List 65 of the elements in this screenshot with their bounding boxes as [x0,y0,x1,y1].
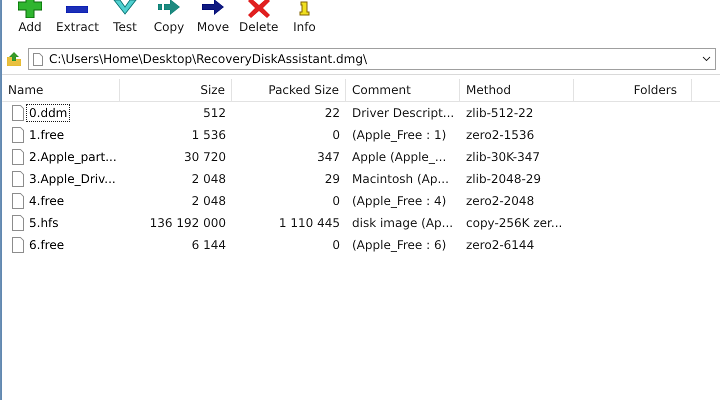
close-icon [246,0,271,18]
file-icon [12,105,24,121]
column-header[interactable]: Folders [574,79,692,101]
method-cell-text: zlib-30K-347 [465,149,542,166]
file-icon [12,215,24,231]
file-icon [12,127,24,143]
plus-icon [18,0,42,18]
method-cell-text: zero2-2048 [465,193,536,210]
size-cell-text: 136 192 000 [148,215,227,232]
size-cell-text: 1 536 [190,127,227,144]
toolbar-button[interactable]: Info [282,0,326,44]
comment-cell-text: (Apple_Free : 6) [351,237,448,254]
size-cell-text: 30 720 [183,149,227,166]
file-icon [12,237,24,253]
minus-icon [66,6,88,13]
method-cell-text: zlib-2048-29 [465,171,542,188]
size-cell-text: 6 144 [190,237,227,254]
address-field[interactable]: C:\Users\Home\Desktop\RecoveryDiskAssistant.dmg\ [28,48,716,70]
size-cell-text: 512 [202,105,227,122]
up-folder-icon[interactable] [6,51,22,67]
comment-cell-text: (Apple_Free : 4) [351,193,448,210]
method-cell-text: zlib-512-22 [465,105,534,122]
method-cell-text: zero2-1536 [465,127,536,144]
dropdown-icon[interactable] [702,56,711,62]
comment-cell-text: Driver Descript... [351,105,456,122]
method-cell-text: zero2-6144 [465,237,536,254]
file-icon [12,149,24,165]
comment-cell-text: Apple (Apple_... [351,149,448,166]
comment-cell-text: Macintosh (Ap... [351,171,450,188]
comment-cell-text: disk image (Ap... [351,215,454,232]
packed-size-cell-text: 1 110 445 [278,215,341,232]
arrow-icon [156,0,181,18]
size-cell-text: 2 048 [190,171,227,188]
toolbar-button[interactable]: Copy [146,0,191,44]
column-header[interactable]: Packed Size [232,79,346,101]
file-icon [12,171,24,187]
packed-size-cell-text: 0 [331,127,341,144]
path-text: C:\Users\Home\Desktop\RecoveryDiskAssistant.dmg\ [49,52,367,66]
packed-size-cell-text: 0 [331,193,341,210]
size-cell-text: 2 048 [190,193,227,210]
packed-size-cell-text: 22 [324,105,341,122]
packed-size-cell-text: 29 [324,171,341,188]
file-name[interactable]: 0.ddm [27,105,70,121]
column-header[interactable]: Comment [346,79,460,101]
toolbar-button[interactable]: Add [8,0,52,44]
toolbar-button[interactable]: Delete [234,0,282,44]
arrow-icon [200,0,225,18]
file-name[interactable]: 5.hfs [27,215,61,231]
file-name[interactable]: 1.free [27,127,66,143]
toolbar-button[interactable]: Move [190,0,235,44]
packed-size-cell-text: 347 [316,149,341,166]
packed-size-cell-text: 0 [331,237,341,254]
file-name[interactable]: 4.free [27,193,66,209]
toolbar-button[interactable]: Test [102,0,147,44]
method-cell-text: copy-256K zer... [465,215,564,232]
file-name[interactable]: 2.Apple_part... [27,149,119,165]
column-header[interactable]: Method [460,79,574,101]
file-name[interactable]: 6.free [27,237,66,253]
file-name[interactable]: 3.Apple_Driv... [27,171,118,187]
comment-cell-text: (Apple_Free : 1) [351,127,448,144]
column-header[interactable]: Size [120,79,232,101]
file-icon [12,193,24,209]
file-icon [33,52,43,66]
toolbar-button[interactable]: Extract [52,0,103,44]
column-header[interactable]: Name [2,79,120,101]
